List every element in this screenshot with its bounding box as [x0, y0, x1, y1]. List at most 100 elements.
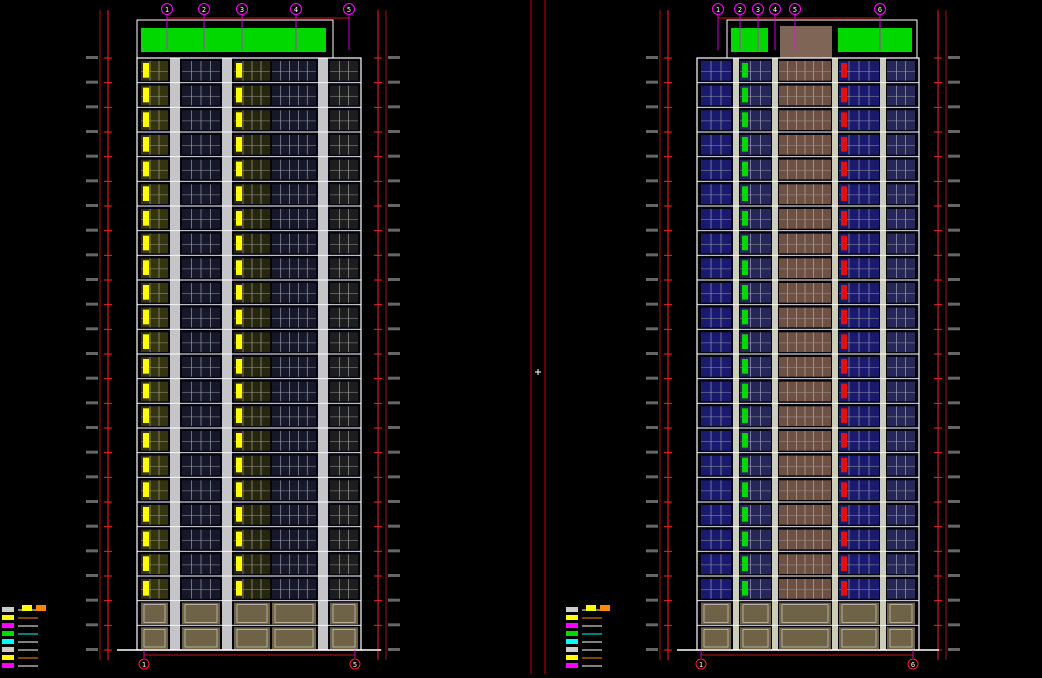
- podium-bay: [839, 627, 879, 649]
- level-label-mark: [948, 549, 960, 553]
- window-bay: [330, 554, 358, 574]
- facade-accent: [841, 112, 847, 127]
- window-bay: [330, 283, 358, 303]
- level-label-mark: [388, 401, 400, 405]
- facade-accent: [236, 383, 242, 399]
- level-label-mark: [86, 80, 98, 84]
- cad-drawing-viewport[interactable]: 1 2 3 4 5 1 5 1 2 3 4 5 6 1 6: [0, 0, 1042, 674]
- facade-accent: [236, 235, 242, 251]
- facade-accent: [143, 161, 149, 177]
- window-bay: [887, 332, 915, 352]
- level-label-mark: [388, 648, 400, 651]
- podium-bay: [740, 602, 771, 625]
- window-bay: [887, 480, 915, 500]
- window-bay: [701, 110, 731, 130]
- level-label-mark: [86, 549, 98, 553]
- window-bay: [272, 61, 316, 81]
- facade-accent: [742, 161, 748, 177]
- podium-bay: [141, 602, 168, 625]
- facade-accent: [841, 482, 847, 497]
- facade-accent: [742, 581, 748, 596]
- window-bay: [272, 209, 316, 229]
- window-bay: [887, 283, 915, 303]
- facade-accent: [236, 507, 242, 522]
- window-bay: [887, 431, 915, 451]
- window-bay: [272, 406, 316, 426]
- level-label-mark: [86, 450, 98, 454]
- level-label-mark: [948, 105, 960, 109]
- facade-accent: [742, 334, 748, 349]
- level-label-mark: [388, 154, 400, 158]
- facade-accent: [236, 161, 242, 177]
- facade-accent: [236, 359, 242, 374]
- roof-green-panel: [838, 28, 912, 52]
- level-label-mark: [646, 475, 658, 479]
- window-bay: [701, 233, 731, 254]
- facade-accent: [841, 457, 847, 473]
- facade-accent: [143, 383, 149, 399]
- facade-accent: [742, 87, 748, 103]
- facade-accent: [841, 285, 847, 300]
- facade-accent: [143, 433, 149, 448]
- axis-bubble-label: 1: [165, 6, 169, 14]
- level-label-mark: [86, 623, 98, 627]
- level-label-mark: [646, 105, 658, 109]
- window-bay: [330, 529, 358, 550]
- facade-accent: [841, 63, 847, 78]
- axis-bubble-label: 4: [294, 6, 298, 14]
- axis-bubble-label: 5: [793, 6, 797, 14]
- window-bay: [330, 505, 358, 525]
- facade-accent: [143, 359, 149, 374]
- cyan-swatch-icon: [2, 639, 14, 644]
- cyan-swatch-icon: [566, 639, 578, 644]
- window-bay: [701, 209, 731, 229]
- podium-bay: [141, 627, 168, 649]
- facade-accent: [236, 581, 242, 596]
- window-bay: [272, 110, 316, 130]
- axis-bubble-label: 3: [240, 6, 244, 14]
- level-label-mark: [86, 352, 98, 355]
- facade-accent: [143, 581, 149, 596]
- window-bay: [272, 332, 316, 352]
- facade-accent: [742, 137, 748, 152]
- window-bay: [701, 332, 731, 352]
- window-bay: [330, 431, 358, 451]
- magenta-swatch-icon: [2, 663, 14, 668]
- axis-bubble-label: 3: [756, 6, 760, 14]
- window-bay: [701, 283, 731, 303]
- window-bay: [272, 159, 316, 180]
- facade-accent: [143, 285, 149, 300]
- facade-accent: [236, 457, 242, 473]
- podium-bay: [887, 602, 915, 625]
- facade-accent: [236, 531, 242, 547]
- window-bay: [330, 332, 358, 352]
- window-bay: [887, 110, 915, 130]
- facade-accent: [841, 507, 847, 522]
- window-bay: [272, 307, 316, 328]
- facade-accent: [841, 383, 847, 399]
- roof-green-panel: [141, 28, 326, 52]
- window-bay: [887, 258, 915, 278]
- level-label-mark: [86, 105, 98, 109]
- window-bay: [887, 357, 915, 377]
- window-bay: [330, 61, 358, 81]
- podium-bay: [234, 602, 270, 625]
- window-bay: [330, 307, 358, 328]
- podium-bay: [779, 602, 831, 625]
- facade-accent: [236, 285, 242, 300]
- facade-accent: [236, 556, 242, 571]
- level-label-mark: [388, 179, 400, 183]
- facade-accent: [841, 161, 847, 177]
- window-bay: [330, 135, 358, 155]
- level-label-mark: [948, 130, 960, 133]
- level-label-mark: [86, 524, 98, 528]
- level-label-mark: [646, 574, 658, 577]
- facade-accent: [236, 137, 242, 152]
- window-bay: [272, 381, 316, 402]
- window-bay: [887, 455, 915, 476]
- window-bay: [272, 357, 316, 377]
- facade-accent: [841, 260, 847, 275]
- facade-accent: [143, 556, 149, 571]
- window-bay: [272, 283, 316, 303]
- facade-accent: [841, 334, 847, 349]
